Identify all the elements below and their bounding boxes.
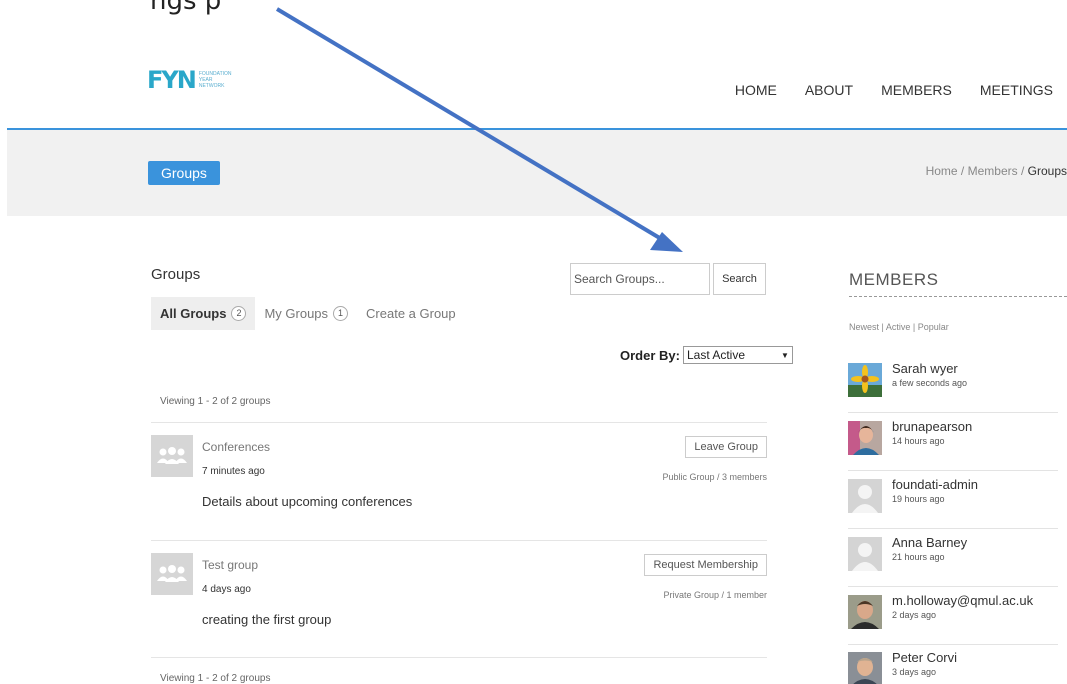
group-avatar[interactable] [151,435,193,477]
flower-photo-icon [848,363,882,397]
list-divider [151,657,767,658]
logo-mark: FYN [147,66,197,94]
group-name-link[interactable]: Conferences [202,440,270,454]
group-description: Details about upcoming conferences [202,494,413,509]
member-avatar[interactable] [848,363,882,397]
member-avatar[interactable] [848,595,882,629]
member-divider [848,586,1058,587]
member-name[interactable]: Anna Barney [892,535,967,550]
tab-my-groups[interactable]: My Groups 1 [255,297,357,330]
group-description: creating the first group [202,612,332,627]
member-name[interactable]: brunapearson [892,419,972,434]
leave-group-button[interactable]: Leave Group [685,436,767,458]
partial-heading-text: ngs p [150,0,222,16]
member-divider [848,528,1058,529]
tab-create-group[interactable]: Create a Group [357,297,465,330]
member-name[interactable]: m.holloway@qmul.ac.uk [892,593,1033,608]
list-divider [151,422,767,423]
site-logo[interactable]: FYN FOUNDATION YEAR NETWORK [147,66,257,94]
member-last-active: 19 hours ago [892,494,945,504]
member-item: foundati-admin 19 hours ago [848,477,1067,537]
member-item: Anna Barney 21 hours ago [848,535,1067,595]
site-header: FYN FOUNDATION YEAR NETWORK HOME ABOUT M… [0,60,1067,128]
order-by-label: Order By: [620,347,680,363]
member-avatar[interactable] [848,479,882,513]
search-groups-input[interactable]: Search Groups... [570,263,710,295]
my-groups-count: 1 [333,306,349,321]
order-by-select[interactable]: Last Active ▼ [682,346,793,364]
members-filter[interactable]: Newest | Active | Popular [849,322,949,332]
nav-about[interactable]: ABOUT [805,82,853,98]
dropdown-arrow-icon: ▼ [781,350,789,360]
main-nav: HOME ABOUT MEMBERS MEETINGS [707,82,1053,98]
request-membership-button[interactable]: Request Membership [644,554,767,576]
person-photo-icon [848,421,882,455]
widget-divider [849,296,1067,297]
list-item: Test group 4 days ago creating the first… [151,553,767,653]
breadcrumb-home[interactable]: Home [926,164,958,178]
member-avatar[interactable] [848,421,882,455]
breadcrumb: Home / Members / Groups [925,164,1067,178]
default-avatar-icon [848,537,882,571]
member-item: brunapearson 14 hours ago [848,419,1067,479]
member-avatar[interactable] [848,652,882,684]
viewing-count-bottom: Viewing 1 - 2 of 2 groups [160,673,271,684]
group-last-active: 7 minutes ago [202,466,265,477]
member-divider [848,412,1058,413]
viewing-count-top: Viewing 1 - 2 of 2 groups [160,396,271,407]
person-photo-icon [848,595,882,629]
person-photo-icon [848,652,882,684]
list-divider [151,540,767,541]
group-icon [157,565,187,582]
member-last-active: 21 hours ago [892,552,945,562]
all-groups-count: 2 [231,306,247,321]
group-icon [157,447,187,464]
page-banner: Groups Home / Members / Groups [7,130,1067,216]
member-last-active: 14 hours ago [892,436,945,446]
order-by-control: Order By: Last Active ▼ [620,346,793,364]
group-name-link[interactable]: Test group [202,558,258,572]
member-name[interactable]: Sarah wyer [892,361,958,376]
logo-text: FOUNDATION YEAR NETWORK [198,71,232,89]
member-last-active: 2 days ago [892,610,937,620]
group-avatar[interactable] [151,553,193,595]
groups-heading: Groups [151,266,201,283]
nav-home[interactable]: HOME [735,82,777,98]
default-avatar-icon [848,479,882,513]
breadcrumb-current: Groups [1027,164,1067,178]
member-last-active: 3 days ago [892,667,937,677]
member-last-active: a few seconds ago [892,378,968,388]
list-item: Conferences 7 minutes ago Details about … [151,435,767,535]
nav-meetings[interactable]: MEETINGS [980,82,1053,98]
member-item: Sarah wyer a few seconds ago [848,361,1067,421]
members-widget-title: MEMBERS [849,270,939,289]
member-avatar[interactable] [848,537,882,571]
member-item: m.holloway@qmul.ac.uk 2 days ago [848,593,1067,653]
group-meta: Private Group / 1 member [663,590,767,600]
search-button[interactable]: Search [713,263,766,295]
group-meta: Public Group / 3 members [662,472,767,482]
member-divider [848,470,1058,471]
breadcrumb-members[interactable]: Members [968,164,1018,178]
nav-members[interactable]: MEMBERS [881,82,952,98]
member-divider [848,644,1058,645]
group-last-active: 4 days ago [202,584,251,595]
member-name[interactable]: foundati-admin [892,477,978,492]
member-item: Peter Corvi 3 days ago [848,650,1067,684]
page-title: Groups [148,161,220,185]
member-name[interactable]: Peter Corvi [892,650,957,665]
tab-all-groups[interactable]: All Groups 2 [151,297,256,330]
group-tabs: All Groups 2 My Groups 1 Create a Group [151,297,465,330]
